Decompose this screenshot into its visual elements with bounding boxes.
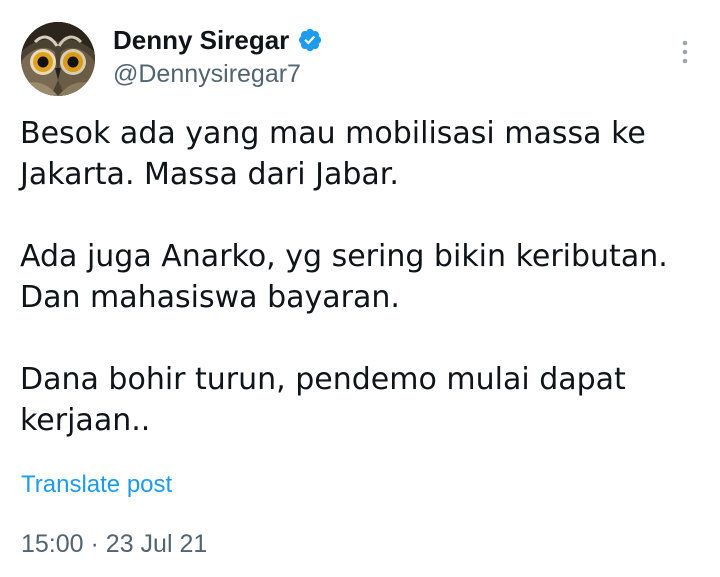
more-options-icon[interactable] [676,38,694,66]
post-time[interactable]: 15:00 [21,530,84,558]
post-line: kerjaan.. [20,403,151,438]
timestamp-separator: · [90,530,99,558]
post-date[interactable]: 23 Jul 21 [106,530,207,558]
owl-avatar-icon [21,22,95,96]
post-line: Ada juga Anarko, yg sering bikin keribut… [20,239,668,274]
post-line: Besok ada yang mau mobilisasi massa ke [20,116,646,151]
post-paragraph: Dana bohir turun, pendemo mulai dapat ke… [20,359,700,441]
post-line: Jakarta. Massa dari Jabar. [20,157,399,192]
post-text: Besok ada yang mau mobilisasi massa ke J… [20,113,700,441]
avatar[interactable] [21,22,95,96]
author-name-row: Denny Siregar [113,23,323,57]
verified-badge-icon[interactable] [297,27,323,53]
post-timestamp: 15:00 · 23 Jul 21 [21,530,207,559]
author-handle[interactable]: @Dennysiregar7 [113,60,301,89]
post-paragraph: Besok ada yang mau mobilisasi massa ke J… [20,113,700,195]
post-line: Dan mahasiswa bayaran. [20,280,400,315]
author-display-name[interactable]: Denny Siregar [113,25,289,56]
translate-post-link[interactable]: Translate post [21,471,172,499]
tweet-card: Denny Siregar @Dennysiregar7 Besok ada y… [0,0,720,577]
post-line: Dana bohir turun, pendemo mulai dapat [20,362,626,397]
post-paragraph: Ada juga Anarko, yg sering bikin keribut… [20,236,700,318]
